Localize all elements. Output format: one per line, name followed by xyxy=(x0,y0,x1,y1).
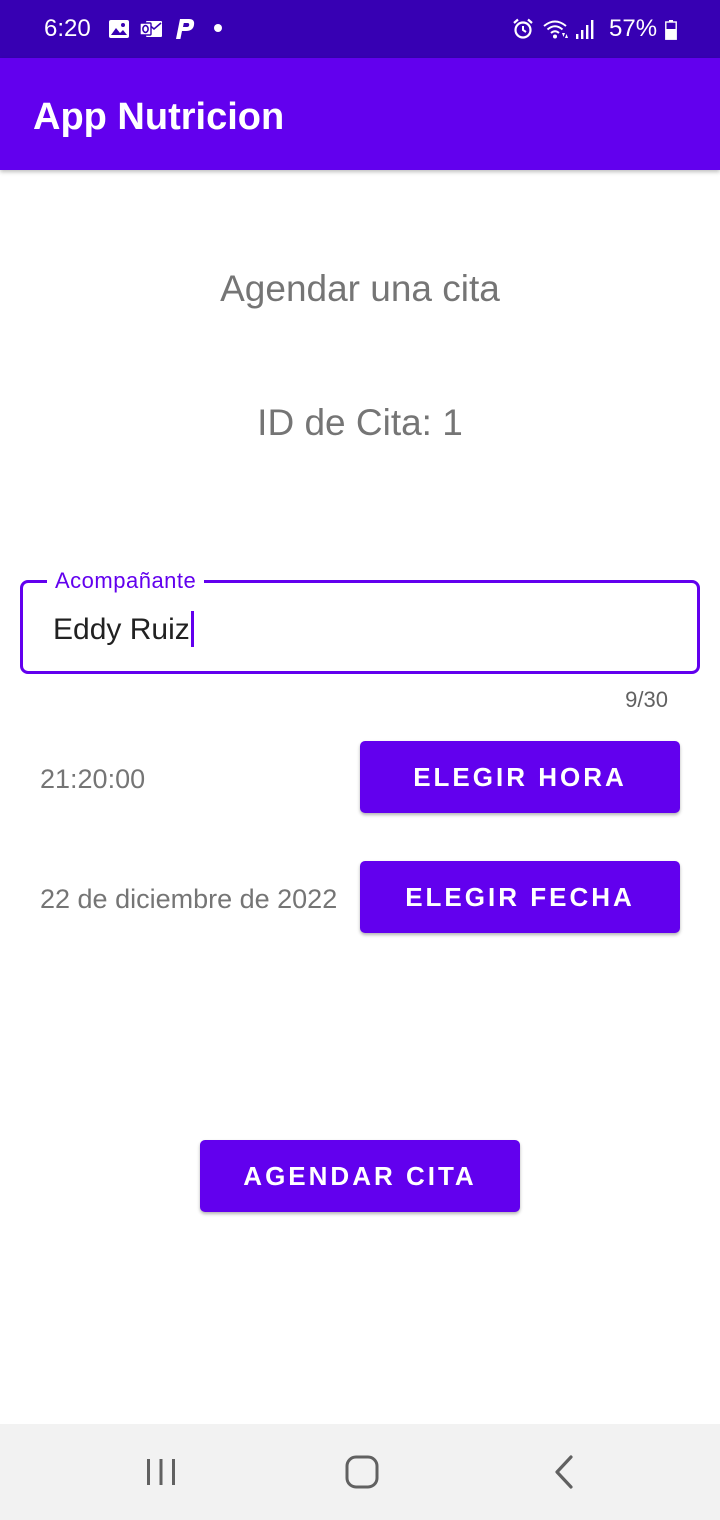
outlook-icon xyxy=(139,21,162,37)
recents-icon xyxy=(147,1459,175,1485)
text-cursor xyxy=(190,611,194,648)
recents-button[interactable] xyxy=(131,1452,191,1492)
status-bar: 6:20 57% xyxy=(0,0,720,58)
home-icon xyxy=(345,1455,379,1489)
dot-icon xyxy=(214,24,222,32)
gallery-icon xyxy=(109,20,129,38)
app-title: App Nutricion xyxy=(33,96,285,138)
schedule-appointment-button[interactable]: AGENDAR CITA xyxy=(200,1140,520,1212)
choose-time-button[interactable]: ELEGIR HORA xyxy=(360,741,680,813)
companion-field[interactable]: Acompañante Eddy Ruiz xyxy=(20,568,700,674)
companion-field-label: Acompañante xyxy=(47,568,205,594)
wifi-icon xyxy=(543,20,568,39)
navigation-bar xyxy=(0,1424,720,1520)
companion-input[interactable]: Eddy Ruiz xyxy=(53,611,194,648)
back-icon xyxy=(555,1455,573,1489)
home-button[interactable] xyxy=(332,1452,392,1492)
status-time: 6:20 xyxy=(44,15,91,42)
character-counter: 9/30 xyxy=(625,687,668,712)
battery-percentage: 57% xyxy=(609,15,658,42)
cita-id-label: ID de Cita: 1 xyxy=(257,402,463,443)
screen: 6:20 57% App Nutricion Agendar una cita … xyxy=(0,0,720,1520)
back-button[interactable] xyxy=(534,1452,594,1492)
battery-icon xyxy=(665,20,677,40)
alarm-icon xyxy=(513,18,533,39)
page-title: Agendar una cita xyxy=(220,268,500,309)
selected-date: 22 de diciembre de 2022 xyxy=(40,884,338,914)
p-icon xyxy=(176,19,195,39)
selected-time: 21:20:00 xyxy=(40,764,146,794)
app-bar: App Nutricion xyxy=(0,58,720,170)
signal-icon xyxy=(576,20,594,39)
choose-date-button[interactable]: ELEGIR FECHA xyxy=(360,861,680,933)
companion-input-value: Eddy Ruiz xyxy=(53,613,190,646)
